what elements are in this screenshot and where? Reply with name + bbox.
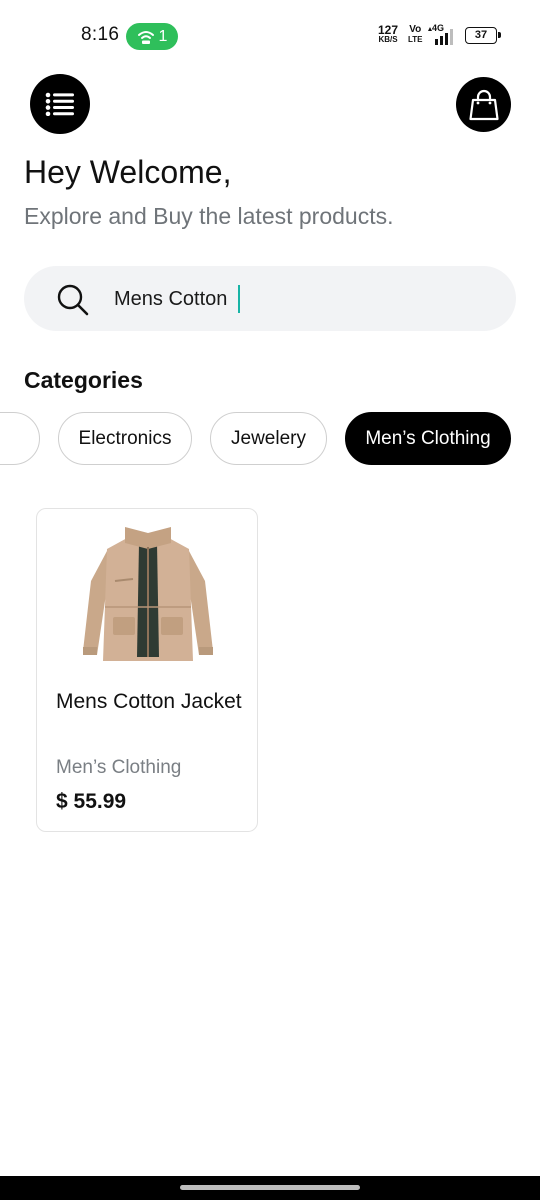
search-input[interactable] bbox=[114, 282, 494, 316]
search-icon bbox=[57, 284, 89, 316]
category-chip-label: Jewelery bbox=[231, 427, 306, 449]
system-nav-bar bbox=[0, 1176, 540, 1200]
status-time: 8:16 bbox=[81, 24, 120, 45]
product-card[interactable]: Mens Cotton Jacket Men’s Clothing $ 55.9… bbox=[36, 508, 258, 832]
status-bar: 8:16 1 127 KB/S Vo LTE 4G 37 bbox=[0, 0, 540, 72]
jacket-image bbox=[83, 527, 213, 661]
categories-title: Categories bbox=[24, 367, 143, 393]
hotspot-badge: 1 bbox=[126, 23, 178, 50]
search-bar[interactable] bbox=[24, 266, 516, 331]
signal-icon: 4G bbox=[427, 23, 459, 47]
category-chip-label: Electronics bbox=[78, 427, 172, 449]
hotspot-icon bbox=[137, 30, 154, 44]
app-screen: 8:16 1 127 KB/S Vo LTE 4G 37 Hey Welcome… bbox=[0, 0, 540, 1200]
cart-button[interactable] bbox=[456, 77, 511, 132]
hotspot-count: 1 bbox=[158, 27, 168, 45]
home-indicator[interactable] bbox=[180, 1185, 360, 1190]
category-chip-mens-clothing[interactable]: Men’s Clothing bbox=[345, 412, 511, 465]
list-icon bbox=[45, 92, 74, 116]
product-category: Men’s Clothing bbox=[56, 757, 182, 778]
page-title: Hey Welcome, bbox=[24, 154, 232, 190]
category-chip-label: Men’s Clothing bbox=[365, 427, 491, 449]
product-name: Mens Cotton Jacket bbox=[56, 690, 242, 713]
battery-icon: 37 bbox=[465, 27, 501, 44]
category-chip-partial[interactable] bbox=[0, 412, 40, 465]
volte-top: Vo bbox=[409, 24, 422, 35]
volte-bottom: LTE bbox=[408, 35, 423, 44]
text-caret bbox=[238, 285, 240, 313]
network-speed: 127 KB/S bbox=[378, 24, 398, 44]
shopping-bag-icon bbox=[468, 89, 499, 120]
category-chip-jewelery[interactable]: Jewelery bbox=[210, 412, 327, 465]
volte-indicator: Vo LTE bbox=[408, 25, 423, 45]
menu-button[interactable] bbox=[30, 74, 90, 134]
network-speed-unit: KB/S bbox=[378, 35, 398, 44]
page-subtitle: Explore and Buy the latest products. bbox=[24, 203, 394, 229]
category-chip-electronics[interactable]: Electronics bbox=[58, 412, 192, 465]
product-price: $ 55.99 bbox=[56, 790, 127, 813]
